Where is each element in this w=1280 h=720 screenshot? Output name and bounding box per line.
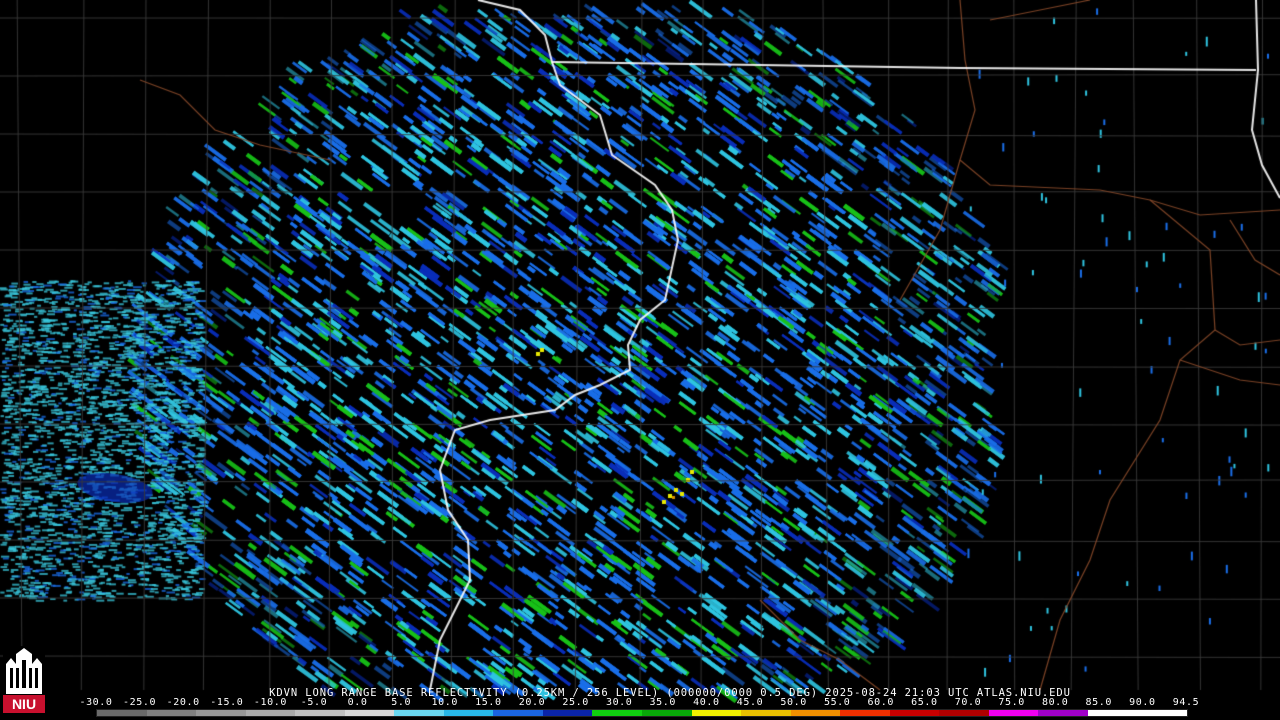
legend-tick: -25.0 xyxy=(123,697,157,708)
legend-tick: -20.0 xyxy=(166,697,200,708)
legend-tick: 50.0 xyxy=(780,697,807,708)
legend-tick: 94.5 xyxy=(1172,697,1200,708)
legend-tick: -10.0 xyxy=(253,697,287,708)
legend-tick: 45.0 xyxy=(736,697,764,708)
legend-tick: 0.0 xyxy=(347,697,368,708)
legend-tick: 65.0 xyxy=(911,697,938,708)
legend-color-segment xyxy=(196,710,246,716)
legend-color-segment xyxy=(840,710,890,716)
legend-tick: 5.0 xyxy=(391,697,412,708)
legend-tick: 75.0 xyxy=(998,697,1025,708)
legend-color-segment xyxy=(790,710,841,716)
legend-color-segment xyxy=(741,710,791,716)
legend-color-segment xyxy=(1087,710,1138,716)
legend-tick: 90.0 xyxy=(1129,697,1156,708)
legend-tick: 85.0 xyxy=(1085,697,1113,708)
legend-color-segment xyxy=(443,710,494,716)
legend-color-segment xyxy=(394,710,444,716)
reflectivity-legend: -30.0 -25.0 -20.0 -15.0 -10.0 -5.0 0.0 5.0 10.0 1… xyxy=(79,697,1199,720)
legend-color-segment xyxy=(939,710,989,716)
legend-color-segment xyxy=(295,710,345,716)
legend-color-segment xyxy=(642,710,692,716)
legend-color-segment xyxy=(1137,710,1188,716)
legend-tick: 15.0 xyxy=(475,697,502,708)
legend-tick: -30.0 xyxy=(79,697,113,708)
legend-tick: -15.0 xyxy=(210,697,244,708)
legend-color-segment xyxy=(988,710,1039,716)
legend-tick: 20.0 xyxy=(518,697,546,708)
legend-tick: 10.0 xyxy=(431,697,459,708)
legend-color-segment xyxy=(245,710,296,716)
radar-map-canvas xyxy=(0,0,1280,720)
legend-tick: 25.0 xyxy=(562,697,589,708)
legend-color-segment xyxy=(691,710,742,716)
legend-color-segment xyxy=(1038,710,1088,716)
legend-color-segment xyxy=(146,710,197,716)
legend-tick: 60.0 xyxy=(867,697,895,708)
legend-tick: 80.0 xyxy=(1041,697,1069,708)
niu-logo: NIU xyxy=(3,646,45,716)
legend-color-segment xyxy=(344,710,395,716)
legend-colorbar xyxy=(96,709,1188,717)
legend-tick: 30.0 xyxy=(605,697,633,708)
legend-color-segment xyxy=(97,710,147,716)
legend-tick: 70.0 xyxy=(954,697,982,708)
legend-color-segment xyxy=(542,710,593,716)
legend-tick: -5.0 xyxy=(300,697,328,708)
legend-tick: 55.0 xyxy=(823,697,851,708)
legend-color-segment xyxy=(592,710,643,716)
legend-color-segment xyxy=(889,710,940,716)
legend-color-segment xyxy=(493,710,543,716)
legend-tick: 35.0 xyxy=(649,697,677,708)
legend-tick: 40.0 xyxy=(693,697,720,708)
